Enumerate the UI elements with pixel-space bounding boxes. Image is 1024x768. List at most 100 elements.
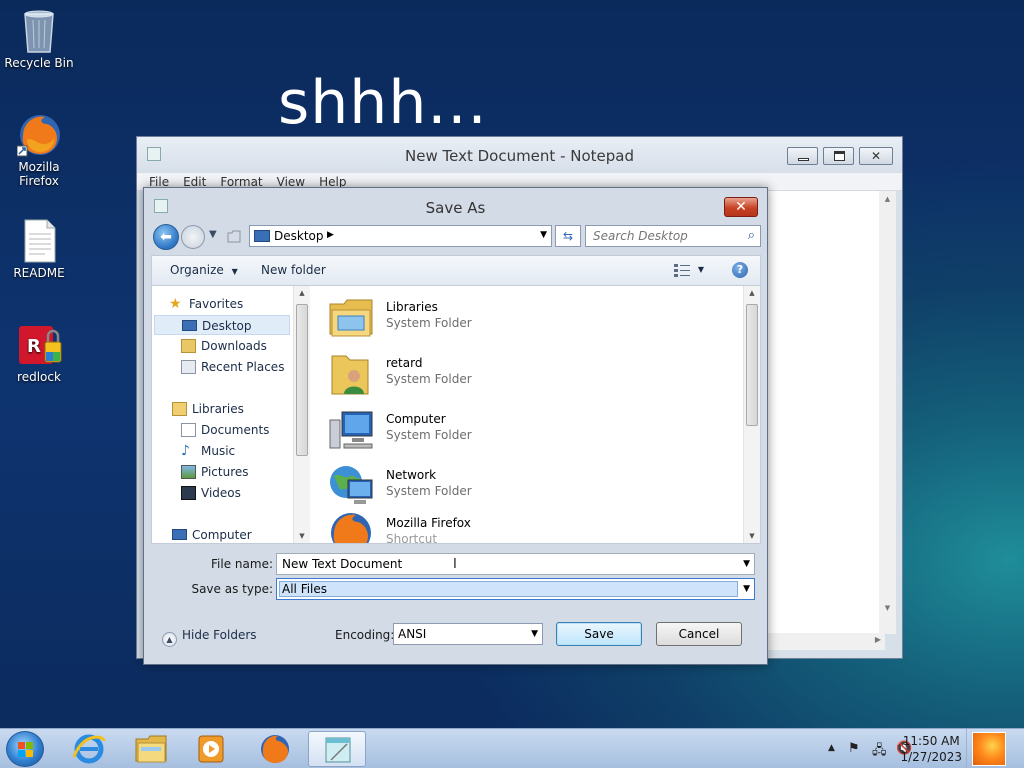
scroll-up-icon[interactable]: ▲	[744, 289, 760, 297]
scrollbar-thumb[interactable]	[296, 304, 308, 456]
nav-videos[interactable]: Videos	[181, 483, 291, 503]
taskbar-internet-explorer[interactable]	[60, 731, 118, 767]
scroll-up-icon[interactable]: ▲	[879, 195, 896, 203]
nav-documents[interactable]: Documents	[181, 420, 291, 440]
save-as-type-select[interactable]: All Files ▼	[276, 578, 755, 600]
nav-favorites[interactable]: ★ Favorites	[169, 294, 289, 314]
taskbar-notepad[interactable]	[308, 731, 366, 767]
text-file-icon	[17, 218, 61, 263]
show-desktop-button[interactable]	[966, 729, 1024, 768]
breadcrumb-arrow-icon[interactable]: ▶	[327, 230, 334, 240]
recycle-bin-icon	[17, 8, 61, 53]
desktop-icon-readme[interactable]: README	[0, 218, 78, 280]
wallpaper-text: shhh...	[278, 68, 488, 138]
desktop-icon-recycle-bin[interactable]: Recycle Bin	[0, 8, 78, 70]
scroll-up-icon[interactable]: ▲	[294, 289, 310, 297]
taskbar-firefox[interactable]	[246, 731, 304, 767]
new-folder-button[interactable]: New folder	[261, 263, 326, 277]
file-name-label: File name:	[211, 557, 273, 571]
scroll-down-icon[interactable]: ▼	[744, 532, 760, 540]
minimize-button[interactable]	[787, 147, 818, 165]
dialog-close-button[interactable]: ✕	[724, 197, 758, 217]
scroll-down-icon[interactable]: ▼	[294, 532, 310, 540]
media-player-icon	[198, 735, 224, 763]
navigation-scrollbar[interactable]: ▲ ▼	[293, 286, 310, 543]
save-button[interactable]: Save	[556, 622, 642, 646]
nav-music[interactable]: ♪ Music	[181, 441, 291, 461]
nav-libraries[interactable]: Libraries	[172, 399, 290, 419]
search-box[interactable]: ⌕	[585, 225, 763, 247]
refresh-button[interactable]: ⇆	[555, 225, 581, 247]
desktop-icon-label: Recycle Bin	[4, 56, 74, 70]
back-button[interactable]: ⬅	[153, 224, 179, 250]
notepad-icon	[325, 737, 351, 763]
nav-downloads[interactable]: Downloads	[181, 336, 291, 356]
desktop-icon-label: redlock	[17, 370, 61, 384]
nav-desktop[interactable]: Desktop	[154, 315, 290, 335]
help-icon[interactable]: ?	[732, 262, 748, 278]
action-center-flag-icon[interactable]: ⚑	[848, 741, 860, 756]
redlock-icon: R	[17, 322, 62, 366]
file-name-combobox[interactable]: ▼ I	[276, 553, 755, 575]
file-name-input[interactable]	[282, 557, 722, 571]
file-browser: ★ Favorites Desktop Downloads Recent Pla…	[151, 285, 761, 544]
network-status-icon[interactable]: 🖧	[872, 741, 887, 763]
notepad-horizontal-scrollbar[interactable]: ▶	[765, 633, 885, 650]
file-item-computer[interactable]: Computer System Folder	[328, 404, 708, 454]
address-location[interactable]: Desktop	[274, 229, 324, 243]
clock[interactable]: 11:50 AM 1/27/2023	[900, 733, 962, 765]
file-item-firefox[interactable]: Mozilla Firefox Shortcut	[328, 508, 708, 543]
chevron-down-icon[interactable]: ▼	[743, 584, 750, 594]
nav-computer[interactable]: Computer	[172, 525, 290, 545]
start-button[interactable]	[6, 731, 44, 767]
notepad-text-area[interactable]	[765, 191, 885, 634]
taskbar-windows-explorer[interactable]	[122, 731, 180, 767]
desktop-icon-redlock[interactable]: R redlock	[0, 322, 78, 384]
close-icon: ✕	[735, 199, 747, 215]
desktop-icon-label: Mozilla Firefox	[18, 160, 60, 188]
maximize-icon	[834, 151, 845, 161]
navigation-pane: ★ Favorites Desktop Downloads Recent Pla…	[152, 286, 310, 543]
nav-recent-places[interactable]: Recent Places	[181, 357, 291, 377]
nav-pictures[interactable]: Pictures	[181, 462, 291, 482]
scroll-right-icon[interactable]: ▶	[875, 635, 881, 644]
command-bar: Organize ▼ New folder ▼ ?	[151, 255, 761, 285]
address-dropdown-icon[interactable]: ▼	[540, 230, 547, 240]
view-options-dropdown[interactable]: ▼	[698, 265, 704, 274]
file-item-network[interactable]: Network System Folder	[328, 460, 708, 510]
save-as-dialog: Save As ✕ ⬅ ▼ Desktop ▶ ▼ ⇆ ⌕ Organize ▼…	[143, 187, 768, 665]
computer-icon	[172, 529, 187, 540]
file-item-user[interactable]: retard System Folder	[328, 348, 708, 398]
windows-logo-icon	[18, 742, 33, 757]
hide-folders-button[interactable]: ▲ Hide Folders	[162, 628, 257, 647]
dialog-title-bar[interactable]: Save As ✕	[144, 188, 767, 222]
show-hidden-icons-icon[interactable]: ▲	[828, 743, 835, 753]
notepad-vertical-scrollbar[interactable]: ▲ ▼	[879, 191, 896, 634]
windows-explorer-icon	[135, 735, 167, 763]
recent-pages-dropdown[interactable]: ▼	[209, 229, 217, 240]
maximize-button[interactable]	[823, 147, 854, 165]
scroll-down-icon[interactable]: ▼	[879, 604, 896, 612]
forward-button[interactable]	[181, 225, 205, 249]
address-bar[interactable]: Desktop ▶ ▼	[249, 225, 552, 247]
chevron-down-icon[interactable]: ▼	[743, 559, 750, 569]
up-folder-icon[interactable]	[226, 228, 242, 244]
close-button[interactable]: ✕	[859, 147, 893, 165]
organize-button[interactable]: Organize ▼	[170, 263, 238, 277]
chevron-down-icon[interactable]: ▼	[531, 629, 538, 639]
file-item-libraries[interactable]: Libraries System Folder	[328, 292, 708, 342]
music-icon: ♪	[181, 443, 190, 459]
file-list-scrollbar[interactable]: ▲ ▼	[743, 286, 760, 543]
pictures-icon	[181, 465, 196, 479]
scrollbar-thumb[interactable]	[746, 304, 758, 426]
user-folder-icon	[328, 350, 374, 396]
taskbar-media-player[interactable]	[182, 731, 240, 767]
desktop-icon-firefox[interactable]: Mozilla Firefox	[0, 112, 78, 188]
computer-icon	[328, 406, 374, 452]
search-input[interactable]	[593, 229, 763, 243]
notepad-title-bar[interactable]: New Text Document - Notepad ✕	[137, 137, 902, 173]
change-view-icon[interactable]	[674, 263, 690, 277]
search-icon[interactable]: ⌕	[748, 228, 755, 243]
cancel-button[interactable]: Cancel	[656, 622, 742, 646]
encoding-select[interactable]: ANSI ▼	[393, 623, 543, 645]
